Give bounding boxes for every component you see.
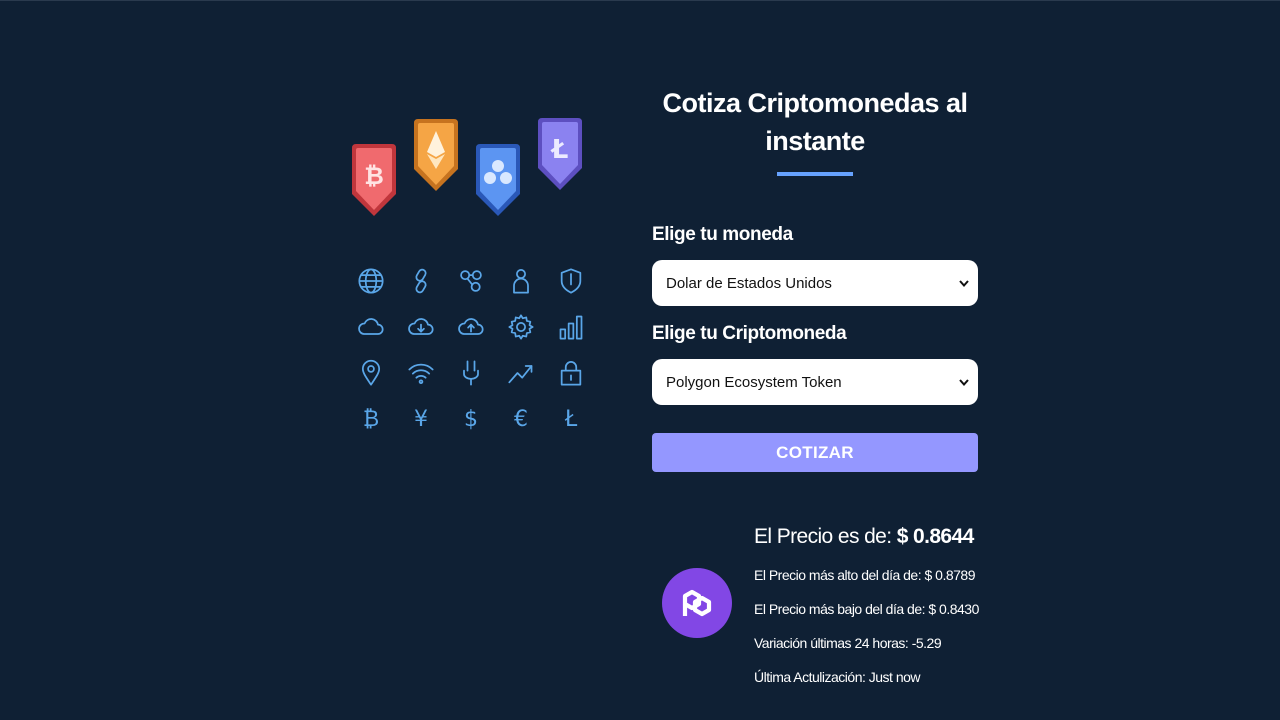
quote-result: El Precio es de: $ 0.8644 El Precio más …	[662, 522, 992, 702]
dollar-sign-icon: $	[464, 406, 478, 432]
page-title: Cotiza Criptomonedas al instante	[662, 88, 968, 156]
price-value: $ 0.8644	[896, 525, 975, 548]
quote-form-panel: Cotiza Criptomonedas al instante Elige t…	[652, 84, 978, 472]
cloud-download-icon	[396, 304, 446, 350]
svg-text:Ł: Ł	[550, 135, 569, 165]
polygon-logo-icon	[662, 568, 732, 638]
bitcoin-badge-icon: ₿	[352, 144, 396, 216]
change-24h: Variación últimas 24 horas: -5.29	[754, 635, 942, 651]
currency-label: Elige tu moneda	[652, 224, 793, 245]
low-price: El Precio más bajo del día de: $ 0.8430	[754, 601, 979, 617]
bitcoin-sign-icon: ₿	[362, 407, 380, 432]
location-pin-icon	[346, 350, 396, 396]
euro-sign-icon: €	[514, 406, 528, 432]
price-label: El Precio es de:	[754, 525, 897, 548]
globe-icon	[346, 258, 396, 304]
crypto-select-value: Polygon Ecosystem Token	[666, 373, 842, 391]
title-underline	[777, 172, 853, 176]
bar-chart-icon	[546, 304, 596, 350]
plug-icon	[446, 350, 496, 396]
cotizar-button[interactable]: COTIZAR	[652, 433, 978, 472]
ripple-badge-icon	[476, 144, 520, 216]
crypto-label: Elige tu Criptomoneda	[652, 323, 847, 344]
wifi-icon	[396, 350, 446, 396]
yen-sign-icon: ¥	[414, 406, 428, 432]
litecoin-sign-icon: Ł	[564, 406, 578, 432]
network-nodes-icon	[446, 258, 496, 304]
trend-up-icon	[496, 350, 546, 396]
currency-select-value: Dolar de Estados Unidos	[666, 274, 832, 292]
ethereum-badge-icon	[414, 119, 458, 191]
currency-select[interactable]: Dolar de Estados Unidos	[652, 260, 978, 306]
chevron-down-icon	[959, 280, 969, 288]
top-border	[0, 0, 1280, 1]
cloud-upload-icon	[446, 304, 496, 350]
person-icon	[496, 258, 546, 304]
crypto-select[interactable]: Polygon Ecosystem Token	[652, 359, 978, 405]
icon-grid: ₿ ¥ $ € Ł	[346, 258, 596, 442]
result-text: El Precio es de: $ 0.8644 El Precio más …	[754, 522, 994, 687]
padlock-icon	[546, 350, 596, 396]
svg-text:₿: ₿	[364, 162, 384, 190]
cloud-icon	[346, 304, 396, 350]
crypto-illustration: ₿ Ł ₿ ¥ $ € Ł	[340, 110, 600, 440]
shield-icon	[546, 258, 596, 304]
high-price: El Precio más alto del día de: $ 0.8789	[754, 567, 975, 583]
chevron-down-icon	[959, 379, 969, 387]
chain-link-icon	[396, 258, 446, 304]
litecoin-badge-icon: Ł	[538, 118, 582, 190]
price-line: El Precio es de: $ 0.8644	[754, 522, 994, 552]
last-update: Última Actulización: Just now	[754, 669, 921, 685]
gear-icon	[496, 304, 546, 350]
